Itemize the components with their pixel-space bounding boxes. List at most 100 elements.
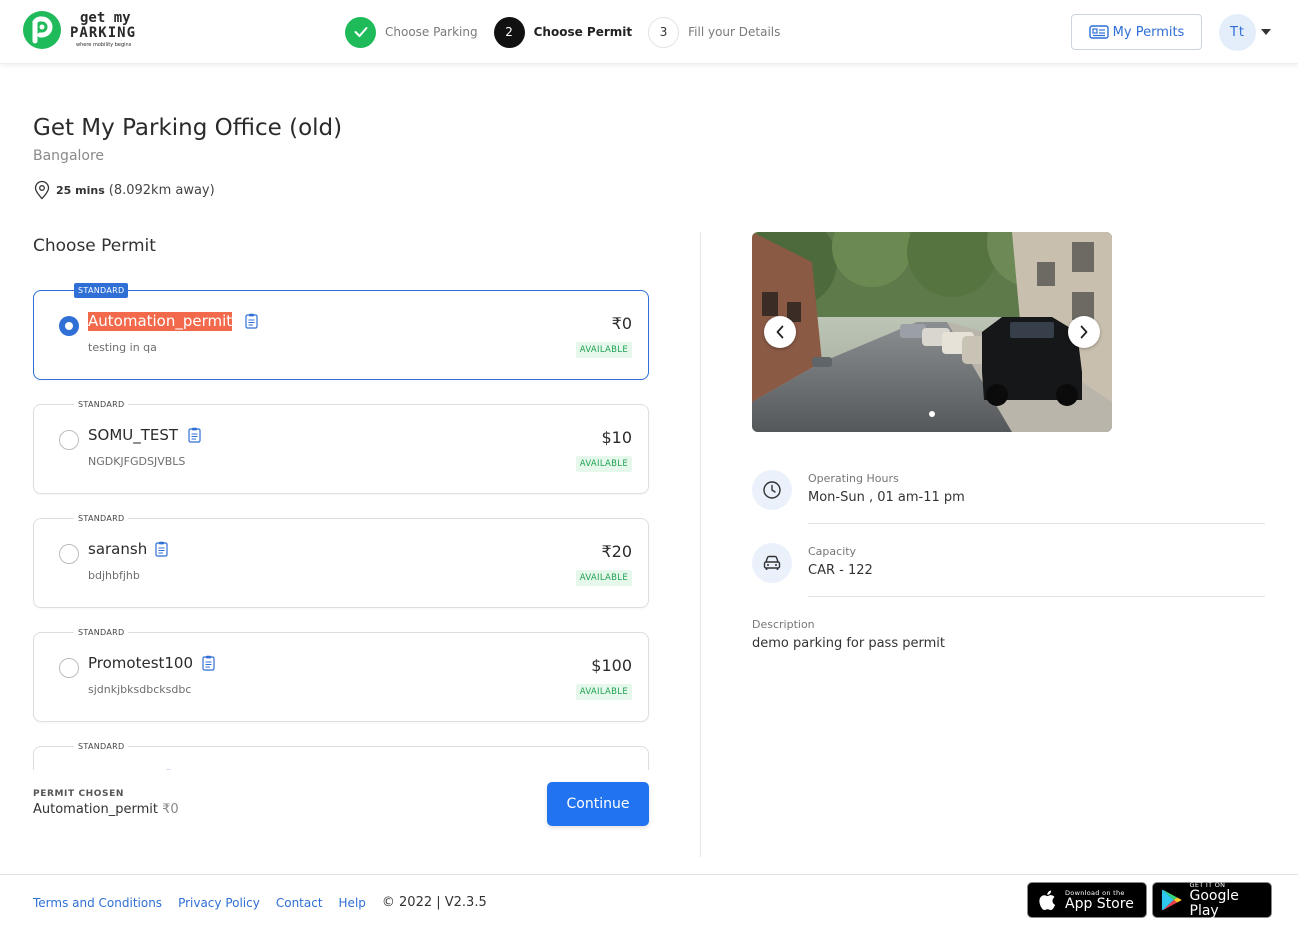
clipboard-info-icon[interactable] [188, 427, 201, 443]
permit-name: SOMU_TEST [88, 426, 179, 444]
app-store-big-text: App Store [1065, 895, 1134, 912]
operating-hours-row: Operating Hours Mon-Sun , 01 am-11 pm [752, 468, 1265, 541]
travel-time: 25 mins [56, 183, 105, 197]
help-link[interactable]: Help [339, 896, 366, 910]
step-choose-permit[interactable]: 2 Choose Permit [493, 16, 633, 48]
parking-city: Bangalore [33, 148, 105, 164]
step-number: 3 [648, 16, 680, 48]
permit-card[interactable]: STANDARD SOMU_TEST NGDKJFGDSJVBLS $10 AV… [33, 397, 649, 494]
checkout-stepper: Choose Parking 2 Choose Permit 3 Fill yo… [345, 16, 796, 48]
distance-away: (8.092km away) [108, 182, 215, 198]
permit-description: NGDKJFGDSJVBLS [88, 455, 186, 468]
permit-list[interactable]: STANDARD Automation_permit testing in qa… [0, 280, 680, 770]
brand-tagline: where mobility begins [76, 42, 132, 48]
permit-price: ₹0 [611, 314, 632, 333]
row-divider [808, 596, 1265, 597]
carousel-prev-button[interactable] [764, 316, 796, 348]
my-permits-label: My Permits [1112, 24, 1185, 40]
permit-radio[interactable] [59, 316, 79, 336]
permit-price: $10 [601, 428, 632, 447]
operating-hours-value: Mon-Sun , 01 am-11 pm [808, 490, 965, 505]
permit-radio[interactable] [59, 658, 79, 678]
apple-icon [1039, 890, 1056, 911]
clock-icon [752, 470, 792, 510]
parking-distance: 25 mins (8.092km away) [33, 180, 215, 200]
permit-name: saransh [88, 540, 148, 558]
clipboard-info-icon[interactable] [245, 313, 258, 329]
permit-card[interactable]: STANDARD Promotest100 sjdnkjbksdbcksdbc … [33, 625, 649, 722]
tier-badge: STANDARD [74, 283, 129, 298]
brand-name-line2: PARKING [70, 25, 137, 41]
permit-chosen-label: PERMIT CHOSEN [33, 789, 125, 799]
step-choose-parking[interactable]: Choose Parking [345, 16, 478, 48]
car-icon [752, 543, 792, 583]
row-divider [808, 523, 1265, 524]
permit-name: Automation_permit [88, 312, 233, 331]
permit-name: Promotest100 [88, 654, 194, 672]
parking-title: Get My Parking Office (old) [33, 115, 343, 141]
permit-radio[interactable] [59, 544, 79, 564]
step-fill-details[interactable]: 3 Fill your Details [648, 16, 781, 48]
brand-name-line1: get my [80, 10, 131, 26]
tier-badge: STANDARD [74, 397, 129, 412]
caret-down-icon[interactable] [1261, 29, 1271, 35]
tier-badge: STANDARD [74, 511, 129, 526]
permit-chosen-value: Automation_permit ₹0 [33, 802, 179, 817]
clipboard-info-icon[interactable] [162, 769, 175, 770]
privacy-link[interactable]: Privacy Policy [178, 896, 260, 910]
google-play-icon [1161, 889, 1182, 911]
carousel-next-button[interactable] [1068, 316, 1100, 348]
parking-image-carousel[interactable] [752, 232, 1112, 432]
chevron-left-icon [776, 325, 784, 339]
terms-link[interactable]: Terms and Conditions [33, 896, 162, 910]
permit-price: ₹20 [601, 542, 632, 561]
step-label: Fill your Details [688, 25, 781, 39]
permit-price: $100 [591, 656, 632, 675]
footer-links: Terms and Conditions Privacy Policy Cont… [33, 895, 487, 910]
brand-logo[interactable]: get my PARKING where mobility begins [22, 9, 152, 53]
permit-description: testing in qa [88, 341, 157, 354]
parking-street-photo [752, 232, 1112, 432]
permit-card[interactable]: STANDARD saransh bdjhbfjhb ₹20 AVAILABLE [33, 511, 649, 608]
tier-badge: STANDARD [74, 739, 129, 754]
my-permits-button[interactable]: My Permits [1071, 14, 1202, 50]
operating-hours-label: Operating Hours [808, 472, 899, 485]
tier-badge: STANDARD [74, 625, 129, 640]
user-avatar[interactable]: Tt [1219, 14, 1256, 51]
capacity-value: CAR - 122 [808, 563, 873, 578]
logo-p-icon [23, 11, 61, 49]
google-play-button[interactable]: GET IT ON Google Play [1152, 881, 1272, 919]
permit-description: bdjhbfjhb [88, 569, 140, 582]
carousel-dot-active[interactable] [929, 411, 935, 417]
description-label: Description [752, 618, 815, 631]
permit-card[interactable]: STANDARD Automation_permit testing in qa… [33, 283, 649, 380]
choose-permit-heading: Choose Permit [33, 236, 156, 256]
location-pin-icon [34, 180, 50, 200]
availability-badge: AVAILABLE [575, 342, 632, 358]
step-label: Choose Parking [385, 25, 478, 39]
chosen-permit-name: Automation_permit [33, 802, 158, 817]
chosen-permit-price: ₹0 [162, 802, 179, 817]
permit-radio[interactable] [59, 430, 79, 450]
availability-badge: AVAILABLE [575, 570, 632, 586]
top-header: get my PARKING where mobility begins Cho… [0, 0, 1298, 64]
description-value: demo parking for pass permit [752, 636, 945, 651]
capacity-row: Capacity CAR - 122 [752, 541, 1265, 614]
clipboard-info-icon[interactable] [202, 655, 215, 671]
capacity-label: Capacity [808, 545, 857, 558]
clipboard-info-icon[interactable] [155, 541, 168, 557]
permit-card-icon [1088, 25, 1109, 39]
contact-link[interactable]: Contact [276, 896, 323, 910]
continue-button[interactable]: Continue [547, 782, 649, 826]
app-store-button[interactable]: Download on the App Store [1027, 882, 1147, 918]
column-divider [700, 232, 701, 857]
step-label: Choose Permit [533, 25, 633, 39]
copyright-version: © 2022 | V2.3.5 [381, 895, 487, 910]
google-play-big-text: Google Play [1189, 888, 1239, 919]
availability-badge: AVAILABLE [575, 684, 632, 700]
permit-description: sjdnkjbksdbcksdbc [88, 683, 192, 696]
permit-card[interactable]: STANDARD [33, 739, 649, 770]
page-footer: Terms and Conditions Privacy Policy Cont… [0, 874, 1298, 928]
availability-badge: AVAILABLE [575, 456, 632, 472]
chevron-right-icon [1080, 325, 1088, 339]
